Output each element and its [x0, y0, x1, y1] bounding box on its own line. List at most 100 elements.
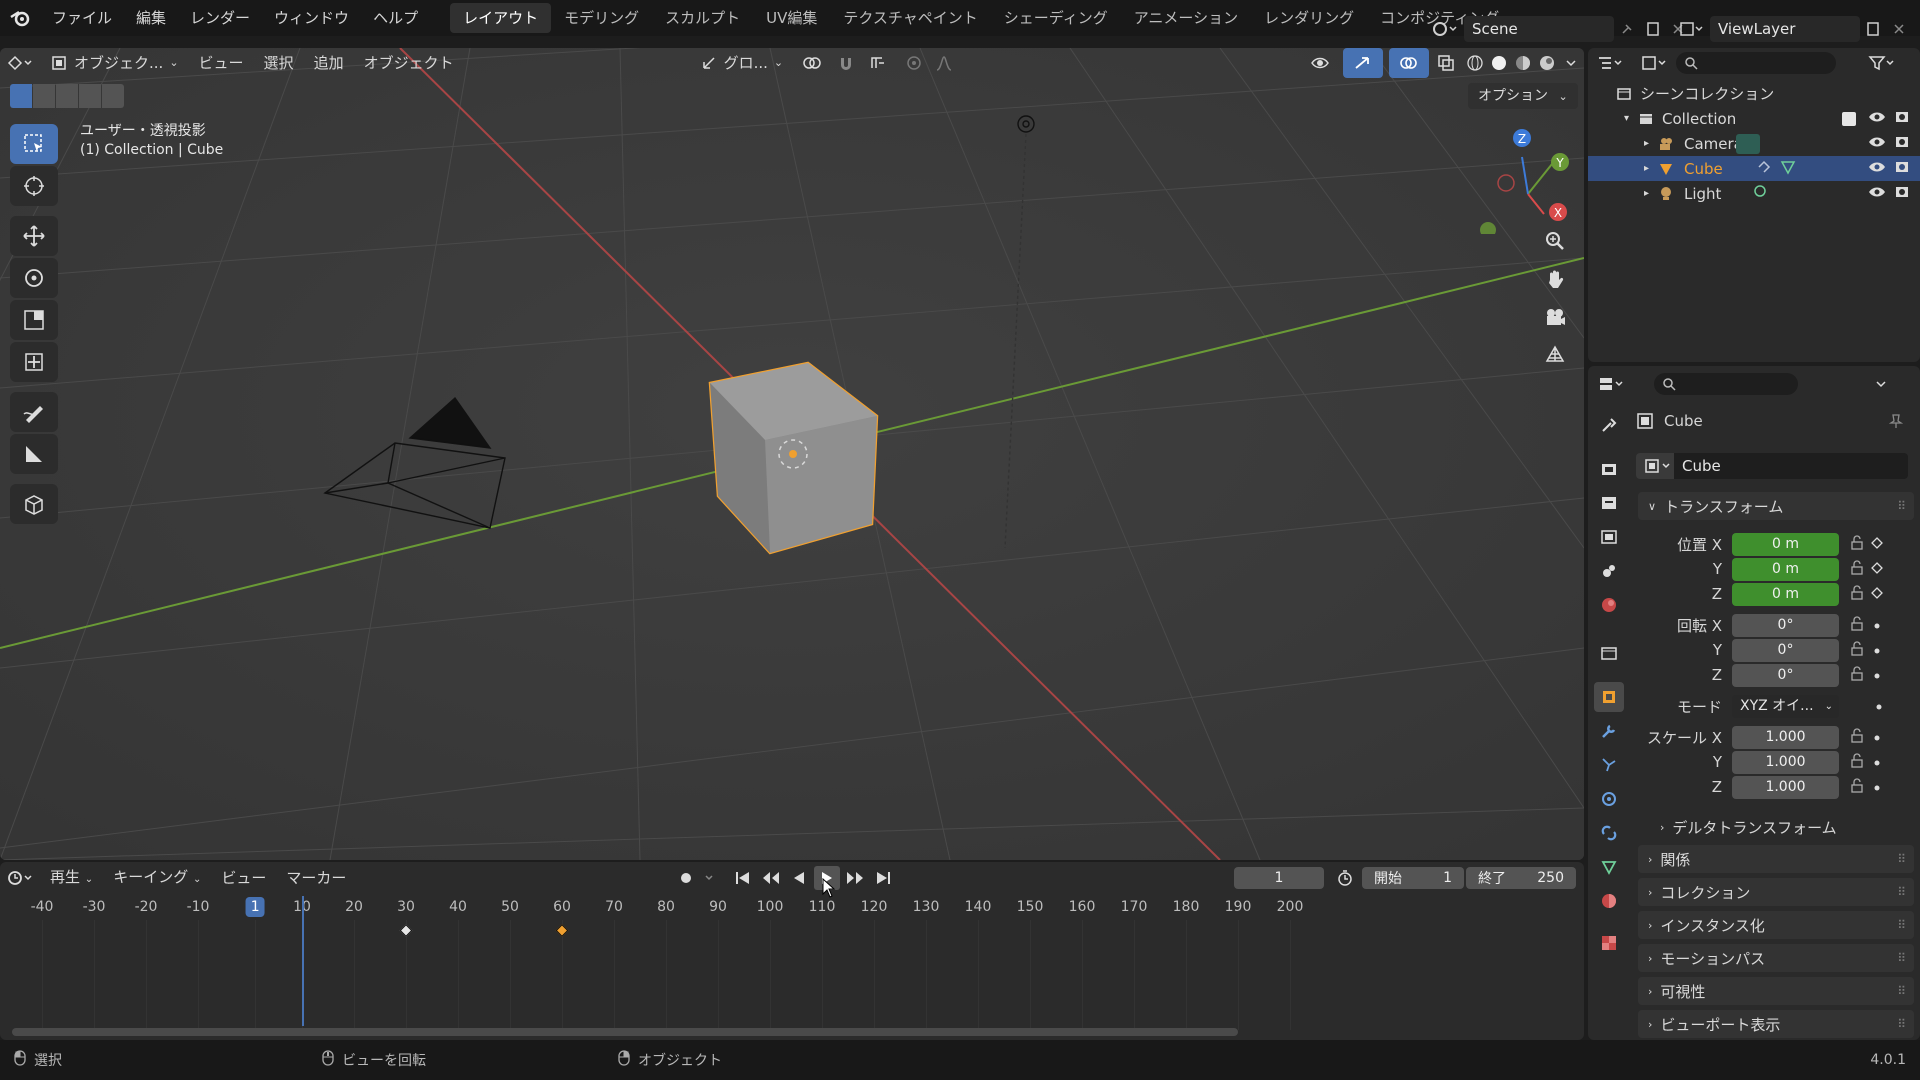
- play-reverse-icon[interactable]: [786, 866, 812, 890]
- physics-tab-icon[interactable]: [1594, 784, 1624, 814]
- keying-menu[interactable]: キーイング ⌄: [103, 862, 211, 895]
- menu-view[interactable]: ビュー: [189, 48, 254, 78]
- close-viewlayer-icon[interactable]: [1886, 16, 1912, 42]
- rendered-shading-icon[interactable]: [1535, 48, 1559, 78]
- drag-handle-icon[interactable]: ⠿: [1897, 951, 1906, 965]
- menu-window[interactable]: ウィンドウ: [262, 0, 361, 36]
- delta-transform-subpanel[interactable]: › デルタトランスフォーム: [1660, 814, 1906, 840]
- rotation-z-field[interactable]: 0°: [1732, 663, 1839, 687]
- select-box-tool[interactable]: [10, 124, 58, 164]
- select-subtract-icon[interactable]: [56, 84, 78, 108]
- texture-tab-icon[interactable]: [1594, 928, 1624, 958]
- 3d-viewport[interactable]: ユーザー・透視投影 (1) Collection | Cube X Y Z: [0, 48, 1584, 860]
- frame-ruler[interactable]: -40-30-20-101102030405060708090100110120…: [0, 894, 1584, 920]
- editor-type-icon[interactable]: [0, 48, 40, 78]
- instancing-panel-header[interactable]: › インスタンス化 ⠿: [1638, 911, 1914, 939]
- visibility-panel-header[interactable]: › 可視性 ⠿: [1638, 977, 1914, 1005]
- output-tab-icon[interactable]: [1594, 488, 1624, 518]
- next-keyframe-icon[interactable]: [842, 866, 868, 890]
- rotate-tool[interactable]: [10, 258, 58, 298]
- tool-tab-icon[interactable]: [1594, 410, 1624, 440]
- wireframe-shading-icon[interactable]: [1463, 48, 1487, 78]
- select-new-icon[interactable]: [10, 84, 32, 108]
- display-mode-icon[interactable]: [1632, 48, 1676, 78]
- jump-start-icon[interactable]: [730, 866, 756, 890]
- motion-paths-panel-header[interactable]: › モーションパス ⠿: [1638, 944, 1914, 972]
- expand-icon[interactable]: ▸: [1644, 188, 1658, 199]
- menu-render[interactable]: レンダー: [178, 0, 262, 36]
- menu-edit[interactable]: 編集: [124, 0, 178, 36]
- jump-end-icon[interactable]: [870, 866, 896, 890]
- keyframe-dot-icon[interactable]: [1873, 616, 1881, 634]
- new-scene-icon[interactable]: [1640, 16, 1666, 42]
- prev-keyframe-icon[interactable]: [758, 866, 784, 890]
- outliner-collection[interactable]: ▾ Collection: [1588, 106, 1920, 131]
- scale-z-field[interactable]: 1.000: [1732, 775, 1839, 799]
- scene-name-field[interactable]: Scene: [1464, 16, 1614, 42]
- visibility-filter-icon[interactable]: [1303, 48, 1343, 78]
- menu-help[interactable]: ヘルプ: [361, 0, 430, 36]
- filter-icon[interactable]: [1856, 48, 1906, 78]
- timeline-editor-icon[interactable]: [0, 863, 40, 893]
- location-y-field[interactable]: 0 m: [1732, 557, 1839, 581]
- transform-tool[interactable]: [10, 342, 58, 382]
- lock-icon[interactable]: [1849, 727, 1865, 747]
- render-camera-icon[interactable]: [1894, 159, 1910, 179]
- rotation-y-field[interactable]: 0°: [1732, 638, 1839, 662]
- location-z-field[interactable]: 0 m: [1732, 582, 1839, 606]
- keyframe-dot-icon[interactable]: [1873, 753, 1881, 771]
- keyframe-dot-icon[interactable]: [1873, 778, 1881, 796]
- new-viewlayer-icon[interactable]: [1860, 16, 1886, 42]
- eye-icon[interactable]: [1868, 185, 1886, 203]
- world-tab-icon[interactable]: [1594, 590, 1624, 620]
- camera-data-icon[interactable]: [1736, 133, 1760, 154]
- object-name-field[interactable]: Cube: [1674, 453, 1908, 479]
- outliner-search-input[interactable]: [1676, 52, 1836, 74]
- timeline-scrollbar[interactable]: [12, 1028, 1238, 1036]
- mode-dropdown[interactable]: オブジェク... ⌄: [40, 48, 189, 78]
- keyframe-dot-icon[interactable]: [1873, 728, 1881, 746]
- outliner-item-light[interactable]: ▸ Light: [1588, 181, 1920, 206]
- scene-browse-icon[interactable]: [1428, 16, 1462, 42]
- scale-tool[interactable]: [10, 300, 58, 340]
- dopesheet-summary-track[interactable]: [0, 920, 1584, 1030]
- menu-select[interactable]: 選択: [254, 48, 304, 78]
- cursor-tool[interactable]: [10, 166, 58, 206]
- gizmo-toggle-icon[interactable]: [1343, 48, 1384, 78]
- move-tool[interactable]: [10, 216, 58, 256]
- tab-uv-editing[interactable]: UV編集: [753, 3, 830, 33]
- render-camera-icon[interactable]: [1894, 184, 1910, 204]
- viewport-display-panel-header[interactable]: › ビューポート表示 ⠿: [1638, 1010, 1914, 1038]
- keyframe-marker[interactable]: [555, 924, 569, 937]
- data-tab-icon[interactable]: [1594, 852, 1624, 882]
- timeline-editor[interactable]: 再生 ⌄ キーイング ⌄ ビュー マーカー 1 開始 1 終了 250 -40 -…: [0, 862, 1584, 1040]
- menu-add[interactable]: 追加: [304, 48, 354, 78]
- expand-icon[interactable]: ▸: [1644, 138, 1658, 149]
- current-frame-field[interactable]: 1: [1234, 867, 1324, 889]
- select-invert-icon[interactable]: [79, 84, 101, 108]
- snap-target-icon[interactable]: [861, 48, 899, 78]
- outliner-scene-collection[interactable]: シーンコレクション: [1588, 81, 1920, 106]
- axis-gizmo[interactable]: X Y Z: [1472, 124, 1582, 234]
- outliner[interactable]: シーンコレクション ▾ Collection ▸ Camera ▸ Cube ▸…: [1588, 48, 1920, 362]
- start-frame-field[interactable]: 開始 1: [1362, 867, 1464, 889]
- xray-icon[interactable]: [1429, 48, 1463, 78]
- outliner-item-cube[interactable]: ▸ Cube: [1588, 156, 1920, 181]
- location-x-field[interactable]: 0 m: [1732, 532, 1839, 556]
- constraints-tab-icon[interactable]: [1594, 818, 1624, 848]
- overlay-toggle-icon[interactable]: [1389, 48, 1430, 78]
- tab-sculpt[interactable]: スカルプト: [652, 3, 753, 33]
- lock-icon[interactable]: [1849, 665, 1865, 685]
- lock-icon[interactable]: [1849, 559, 1865, 579]
- ortho-grid-icon[interactable]: [1538, 338, 1572, 372]
- eye-icon[interactable]: [1868, 160, 1886, 178]
- falloff-icon[interactable]: [929, 48, 959, 78]
- lock-icon[interactable]: [1849, 584, 1865, 604]
- lock-icon[interactable]: [1849, 640, 1865, 660]
- pivot-point-icon[interactable]: [793, 48, 831, 78]
- select-extend-icon[interactable]: [33, 84, 55, 108]
- material-tab-icon[interactable]: [1594, 886, 1624, 916]
- keyframe-dot-icon[interactable]: [1875, 697, 1883, 715]
- scene-tab-icon[interactable]: [1594, 556, 1624, 586]
- drag-handle-icon[interactable]: ⠿: [1897, 1017, 1906, 1031]
